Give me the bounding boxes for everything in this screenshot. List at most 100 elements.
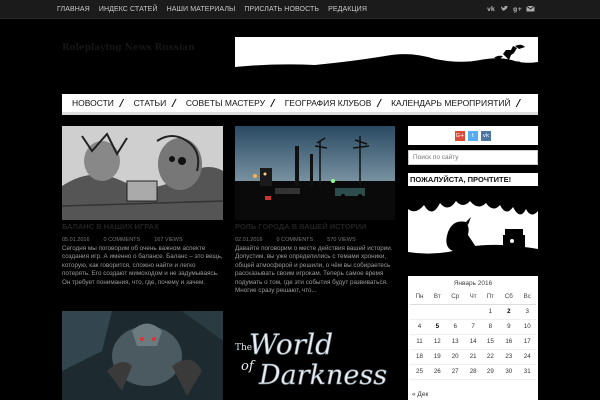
calendar-day: 6 (445, 319, 465, 335)
calendar-day: 8 (481, 319, 500, 335)
calendar-day: 23 (499, 349, 519, 365)
search-input[interactable] (408, 150, 538, 165)
svg-text:World: World (249, 328, 333, 361)
social-links: vk g+ (487, 4, 535, 13)
google-plus-icon[interactable]: g+ (513, 4, 522, 13)
calendar-day: 28 (464, 364, 482, 380)
calendar-day: 16 (499, 334, 519, 350)
post-excerpt: Давайте поговорим о месте действия вашей… (235, 245, 393, 295)
post-title[interactable]: РОЛЬ ГОРОДА В ВАШЕЙ ИСТОРИИ (235, 222, 366, 231)
topnav-our-materials[interactable]: НАШИ МАТЕРИАЛЫ (167, 6, 236, 13)
nav-club-geography[interactable]: ГЕОГРАФИЯ КЛУБОВ (285, 98, 372, 108)
calendar-day: 1 (481, 304, 500, 320)
nav-separator: / (172, 97, 176, 109)
nav-separator: / (377, 97, 382, 109)
google-plus-share-icon[interactable]: G+ (455, 130, 465, 141)
calendar-table: Пн Вт Ср Чт Пт Сб Вс 1 2 3 4 5 6 7 8 9 10 11 12 13 14… (410, 290, 536, 380)
calendar-day[interactable]: 5 (429, 319, 446, 335)
world-of-darkness-logo[interactable]: The World of Darkness (235, 322, 395, 392)
site-title[interactable]: Roleplaying News Russian (62, 43, 195, 53)
calendar-week-row: 11 12 13 14 15 16 17 (410, 334, 536, 350)
nav-news[interactable]: НОВОСТИ (72, 98, 114, 108)
calendar-empty-cell (445, 304, 465, 320)
weekday-header: Чт (464, 290, 482, 305)
topnav-articles-index[interactable]: ИНДЕКС СТАТЕЙ (99, 6, 158, 13)
topnav-home[interactable]: ГЛАВНАЯ (57, 6, 90, 13)
calendar-day: 21 (464, 349, 482, 365)
calendar-day: 12 (429, 334, 446, 350)
calendar-week-row: 18 19 20 21 22 23 24 (410, 349, 536, 365)
please-read-cartoon[interactable] (408, 197, 538, 269)
main-navigation: НОВОСТИ / СТАТЬИ / СОВЕТЫ МАСТЕРУ / ГЕОГРАФ… (62, 94, 538, 115)
calendar-caption: Январь 2016 (453, 280, 493, 287)
calendar-empty-cell (429, 304, 446, 320)
calendar-prev-month-link[interactable]: « Дек (412, 391, 428, 398)
vk-share-icon[interactable]: vk (481, 130, 491, 141)
email-icon[interactable] (526, 4, 535, 13)
calendar-day: 31 (518, 364, 536, 380)
calendar-empty-cell (410, 304, 429, 320)
calendar-week-row: 25 26 27 28 29 30 31 (410, 364, 536, 380)
post-thumbnail-creature[interactable] (62, 311, 223, 400)
topnav-send-news[interactable]: ПРИСЛАТЬ НОВОСТЬ (244, 6, 319, 13)
post-thumbnail-balance[interactable] (62, 126, 223, 220)
calendar-day: 26 (429, 364, 446, 380)
calendar-day: 13 (445, 334, 465, 350)
twitter-share-icon[interactable]: t (468, 130, 478, 141)
post-thumbnail-city[interactable] (235, 126, 395, 220)
calendar-day: 25 (410, 364, 429, 380)
calendar-day: 10 (518, 319, 536, 335)
post-comments[interactable]: 0 COMMENTS (104, 237, 141, 243)
calendar-day: 7 (464, 319, 482, 335)
calendar-day: 29 (481, 364, 500, 380)
svg-text:of: of (241, 359, 256, 374)
calendar-day: 14 (464, 334, 482, 350)
calendar-day: 27 (445, 364, 465, 380)
calendar-day[interactable]: 2 (499, 304, 519, 320)
vk-icon[interactable]: vk (487, 4, 496, 13)
weekday-header: Пн (410, 290, 429, 305)
svg-text:Darkness: Darkness (258, 360, 387, 391)
top-bar: ГЛАВНАЯ ИНДЕКС СТАТЕЙ НАШИ МАТЕРИАЛЫ ПРИ… (0, 0, 600, 19)
calendar-empty-cell (464, 304, 482, 320)
calendar-week-row: 123 (410, 304, 536, 320)
post-excerpt: Сегодня мы поговорим об очень важном асп… (62, 245, 223, 286)
twitter-icon[interactable] (500, 4, 509, 13)
nav-articles[interactable]: СТАТЬИ (134, 98, 167, 108)
post-date: 05.01.2016 (62, 237, 90, 243)
calendar-day: 20 (445, 349, 465, 365)
post-views: 570 VIEWS (327, 237, 356, 243)
top-navigation: ГЛАВНАЯ ИНДЕКС СТАТЕЙ НАШИ МАТЕРИАЛЫ ПРИ… (57, 0, 376, 19)
share-buttons: G+ t vk (408, 126, 538, 145)
calendar-day: 11 (410, 334, 429, 350)
nav-separator: / (271, 97, 275, 109)
please-read-heading[interactable]: ПОЖАЛУЙСТА, ПРОЧТИТЕ! (408, 173, 538, 186)
calendar-day: 24 (518, 349, 536, 365)
weekday-header: Сб (499, 290, 519, 305)
post-meta: 05.01.2016 0 COMMENTS 167 VIEWS (62, 237, 183, 243)
weekday-header: Вт (429, 290, 446, 305)
nav-separator: / (516, 97, 521, 109)
nav-events-calendar[interactable]: КАЛЕНДАРЬ МЕРОПРИЯТИЙ (391, 98, 511, 108)
weekday-header: Вс (518, 290, 536, 305)
calendar-day: 3 (518, 304, 536, 320)
weekday-header: Ср (445, 290, 465, 305)
calendar-day: 17 (518, 334, 536, 350)
svg-text:g+: g+ (513, 6, 522, 13)
post-meta: 02.01.2016 0 COMMENTS 570 VIEWS (235, 237, 356, 243)
post-date: 02.01.2016 (235, 237, 263, 243)
calendar-widget: Январь 2016 Пн Вт Ср Чт Пт Сб Вс 1234567… (408, 276, 538, 400)
calendar-day: 19 (429, 349, 446, 365)
calendar-day: 30 (499, 364, 519, 380)
header-banner[interactable] (235, 37, 538, 76)
calendar-day: 18 (410, 349, 429, 365)
nav-gm-tips[interactable]: СОВЕТЫ МАСТЕРУ (186, 98, 265, 108)
svg-text:vk: vk (487, 6, 496, 13)
topnav-editorial[interactable]: РЕДАКЦИЯ (328, 6, 367, 13)
calendar-day: 15 (481, 334, 500, 350)
calendar-day: 9 (499, 319, 519, 335)
post-title[interactable]: БАЛАНС В НАШИХ ИГРАХ (62, 222, 159, 231)
post-views: 167 VIEWS (154, 237, 183, 243)
weekday-header: Пт (481, 290, 500, 305)
post-comments[interactable]: 0 COMMENTS (277, 237, 314, 243)
